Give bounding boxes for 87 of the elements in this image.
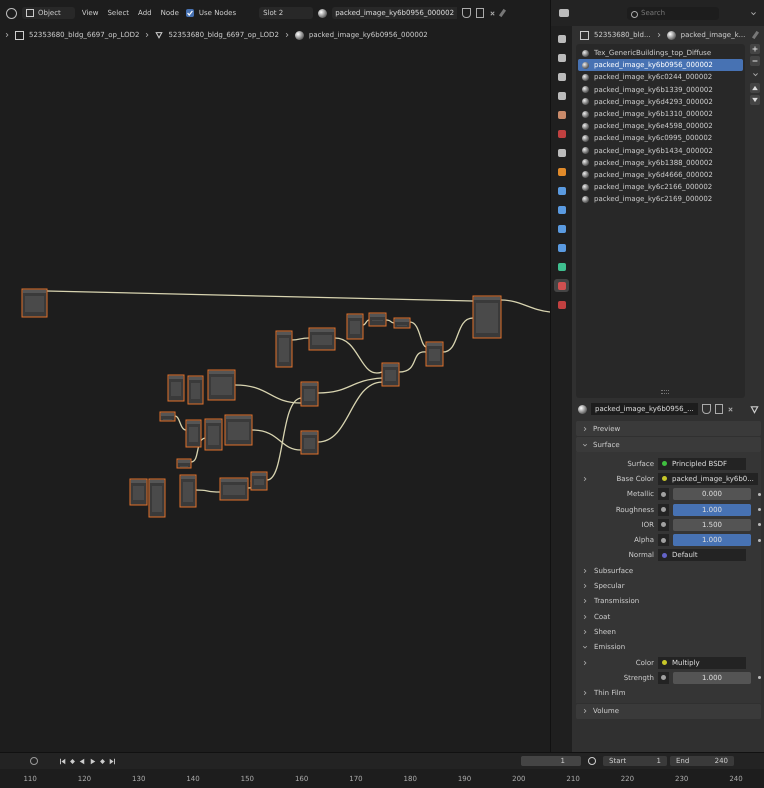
play-icon[interactable] xyxy=(89,758,96,764)
keyframe-icon[interactable] xyxy=(758,508,761,512)
node-card[interactable] xyxy=(394,318,410,328)
chevron-icon xyxy=(656,32,662,38)
node-card[interactable] xyxy=(176,458,192,468)
pin-icon[interactable] xyxy=(752,30,760,40)
move-up-icon[interactable] xyxy=(750,83,760,93)
chevron-icon xyxy=(582,568,588,574)
object-icon xyxy=(580,30,589,40)
chevron-icon xyxy=(582,628,588,635)
object-icon xyxy=(15,30,24,40)
node-card[interactable] xyxy=(250,472,268,490)
shield-icon[interactable] xyxy=(702,404,711,414)
chevron-icon xyxy=(582,583,588,590)
chevron-icon xyxy=(582,644,588,650)
node-card[interactable] xyxy=(224,414,252,446)
keyframe-icon[interactable] xyxy=(758,676,761,680)
node-card[interactable] xyxy=(300,382,318,406)
keyframe-icon[interactable] xyxy=(758,492,761,496)
keyframe-icon[interactable] xyxy=(99,758,106,764)
node-card[interactable] xyxy=(426,342,444,366)
resize-handle[interactable] xyxy=(660,390,668,394)
node-card[interactable] xyxy=(346,314,364,340)
connection-wire xyxy=(442,317,474,353)
chevron-icon xyxy=(4,32,10,38)
chevron-icon xyxy=(582,614,588,620)
connection-wire xyxy=(500,299,550,313)
node-card[interactable] xyxy=(382,362,400,386)
node-card[interactable] xyxy=(204,418,222,450)
node-card[interactable] xyxy=(188,376,204,404)
chevron-icon xyxy=(284,32,290,38)
editor-type-icon[interactable] xyxy=(6,8,17,18)
remove-icon[interactable] xyxy=(750,56,760,66)
use-nodes-checkbox[interactable] xyxy=(186,9,194,17)
chevron-icon xyxy=(582,426,588,432)
copy-icon[interactable] xyxy=(476,8,484,18)
node-card[interactable] xyxy=(148,478,166,518)
chevron-icon xyxy=(582,442,588,448)
keyframe-icon[interactable] xyxy=(758,538,761,542)
node-card[interactable] xyxy=(208,370,236,400)
node-card[interactable] xyxy=(368,312,386,326)
node-card[interactable] xyxy=(22,288,48,318)
material-sphere-icon xyxy=(294,30,304,40)
chevron-icon[interactable] xyxy=(750,10,757,16)
connection-wire xyxy=(174,415,186,431)
node-card[interactable] xyxy=(130,478,148,506)
connection-wire xyxy=(334,337,382,374)
chevron-icon xyxy=(144,32,150,38)
play-reverse-icon[interactable] xyxy=(79,758,86,764)
connection-wire xyxy=(398,351,426,373)
funnel-icon[interactable] xyxy=(750,404,759,414)
jump-start-icon[interactable] xyxy=(59,758,66,764)
node-card[interactable] xyxy=(168,374,184,402)
copy-icon[interactable] xyxy=(714,404,723,414)
add-icon[interactable] xyxy=(750,44,760,54)
keyframe-icon[interactable] xyxy=(758,523,761,526)
chevron-icon xyxy=(582,708,588,714)
node-card[interactable] xyxy=(308,328,336,350)
node-card[interactable] xyxy=(276,330,292,368)
material-sphere-icon xyxy=(666,30,676,40)
keyframe-icon[interactable] xyxy=(69,758,76,764)
stopwatch-icon[interactable] xyxy=(588,757,596,765)
node-card[interactable] xyxy=(180,474,196,508)
connection-wire xyxy=(362,319,370,326)
shield-icon[interactable] xyxy=(462,8,472,18)
close-icon[interactable] xyxy=(726,406,734,412)
node-card[interactable] xyxy=(220,478,248,500)
editor-type-icon[interactable] xyxy=(559,9,569,17)
jump-end-icon[interactable] xyxy=(109,758,116,764)
node-card[interactable] xyxy=(160,412,176,422)
connection-wire xyxy=(410,321,426,348)
properties-tab[interactable] xyxy=(554,279,569,292)
connection-wire xyxy=(196,489,220,493)
node-card[interactable] xyxy=(186,420,202,448)
connection-wire xyxy=(292,337,310,341)
material-sphere-icon[interactable] xyxy=(318,8,328,18)
record-icon[interactable] xyxy=(30,757,38,765)
chevron-icon[interactable] xyxy=(752,71,758,78)
node-card[interactable] xyxy=(472,296,502,338)
triangle-icon xyxy=(155,31,164,39)
material-sphere-icon[interactable] xyxy=(578,404,587,414)
node-card[interactable] xyxy=(300,430,318,454)
pin-icon[interactable] xyxy=(499,8,506,18)
close-icon[interactable] xyxy=(489,10,496,16)
chevron-icon xyxy=(582,598,588,604)
move-down-icon[interactable] xyxy=(750,95,760,105)
chevron-icon xyxy=(582,690,588,696)
